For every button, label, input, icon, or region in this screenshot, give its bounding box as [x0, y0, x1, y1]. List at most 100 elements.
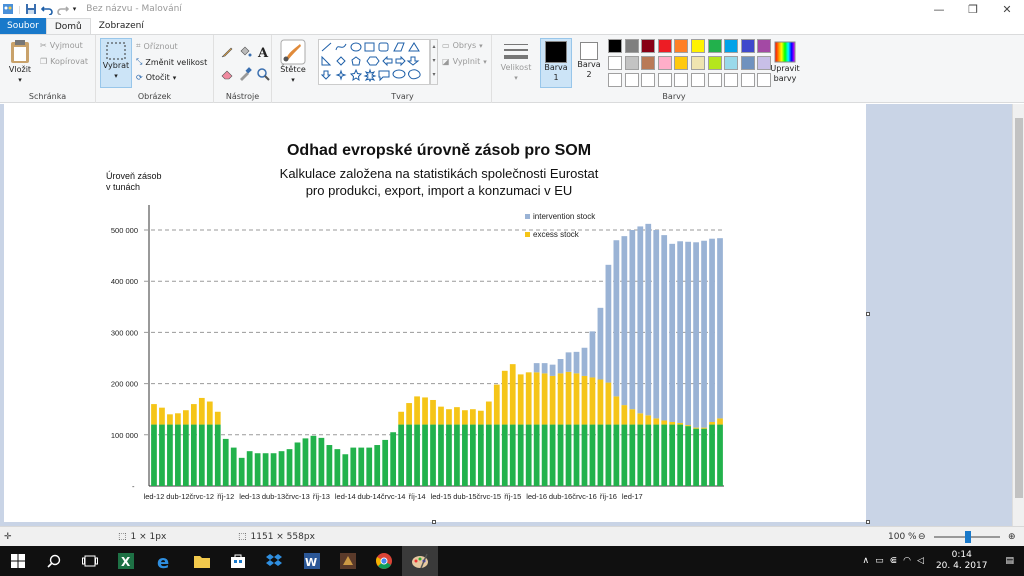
drawing-canvas[interactable]: Odhad evropské úrovně zásob pro SOM Kalk…	[4, 104, 866, 522]
color-swatch[interactable]	[707, 73, 722, 87]
x-tick-label: říj-15	[504, 492, 521, 501]
volume-icon[interactable]: ◁	[917, 556, 924, 566]
bar-base	[493, 424, 500, 486]
copy-button[interactable]: ❐ Kopírovat	[40, 57, 88, 66]
paint-taskbar-button[interactable]	[402, 546, 438, 576]
edit-colors-button[interactable]: Upravit barvy	[768, 40, 802, 84]
save-icon[interactable]	[25, 3, 37, 15]
tray-overflow-icon[interactable]: ∧	[863, 556, 870, 566]
color-swatch[interactable]	[657, 73, 672, 87]
color-swatch[interactable]	[724, 56, 739, 70]
game-taskbar-button[interactable]	[330, 546, 366, 576]
select-button[interactable]: Vybrat ▾	[100, 38, 132, 88]
zoom-out-button[interactable]: ⊖	[918, 527, 926, 547]
canvas-resize-handle-corner[interactable]	[866, 520, 870, 524]
bar-excess-stock	[422, 397, 428, 425]
close-button[interactable]: ✕	[990, 0, 1024, 18]
dropbox-taskbar-button[interactable]	[256, 546, 292, 576]
vertical-scrollbar[interactable]	[1012, 104, 1024, 526]
color-swatch[interactable]	[674, 39, 689, 53]
zoom-in-button[interactable]: ⊕	[1008, 527, 1016, 547]
color-swatch[interactable]	[608, 73, 622, 87]
bar-base	[653, 424, 660, 486]
color1-button[interactable]: Barva 1	[540, 38, 572, 88]
color-swatch[interactable]	[740, 39, 755, 53]
store-taskbar-button[interactable]	[220, 546, 256, 576]
size-button[interactable]: Velikost ▾	[496, 41, 536, 83]
rotate-label: Otočit	[145, 73, 170, 82]
clock[interactable]: 0:14 20. 4. 2017	[928, 550, 996, 572]
color-swatch[interactable]	[707, 39, 722, 53]
canvas-resize-handle-bottom[interactable]	[432, 520, 436, 524]
chrome-taskbar-button[interactable]	[366, 546, 402, 576]
color-swatch[interactable]	[657, 39, 672, 53]
color-swatch[interactable]	[691, 39, 705, 53]
fill-bucket-icon[interactable]	[238, 45, 252, 59]
x-tick-label: dub-13	[262, 492, 285, 501]
cut-button[interactable]: ✂ Vyjmout	[40, 41, 83, 50]
color-swatch[interactable]	[724, 39, 739, 53]
shapes-scroll[interactable]: ▴ ▾ ▾	[430, 39, 438, 85]
bar-excess-stock	[398, 411, 404, 425]
eraser-icon[interactable]	[220, 67, 234, 81]
canvas-resize-handle-right[interactable]	[866, 312, 870, 316]
bar-base	[342, 454, 349, 486]
bar-base	[398, 424, 404, 486]
word-taskbar-button[interactable]: W	[294, 546, 330, 576]
vertical-scroll-thumb[interactable]	[1015, 118, 1023, 498]
color-swatch[interactable]	[624, 56, 639, 70]
color-swatch[interactable]	[657, 56, 672, 70]
qat-dropdown-icon[interactable]: ▾	[73, 5, 77, 13]
start-button[interactable]	[0, 546, 36, 576]
color-swatch[interactable]	[624, 39, 639, 53]
crop-button[interactable]: ⌗ Oříznout	[136, 41, 178, 51]
color-swatch[interactable]	[608, 56, 622, 70]
maximize-button[interactable]: ❐	[956, 0, 990, 18]
undo-icon[interactable]	[40, 3, 53, 15]
color-swatch[interactable]	[740, 56, 755, 70]
redo-icon[interactable]	[56, 3, 69, 15]
color-swatch[interactable]	[608, 39, 622, 53]
color2-button[interactable]: Barva 2	[574, 40, 604, 80]
color-swatch[interactable]	[691, 73, 705, 87]
tab-view[interactable]: Zobrazení	[91, 18, 152, 34]
color-swatch[interactable]	[707, 56, 722, 70]
color-swatch[interactable]	[724, 73, 739, 87]
text-tool-icon[interactable]: A	[256, 45, 270, 59]
color-picker-icon[interactable]	[238, 67, 252, 81]
color-swatch[interactable]	[624, 73, 639, 87]
excel-taskbar-button[interactable]: X	[108, 546, 144, 576]
color-swatch[interactable]	[740, 73, 755, 87]
group-label-tools: Nástroje	[225, 92, 260, 101]
paste-button[interactable]: Vložit ▾	[4, 39, 36, 85]
shapes-gallery[interactable]	[318, 39, 430, 85]
minimize-button[interactable]: —	[922, 0, 956, 18]
tab-home[interactable]: Domů	[45, 18, 91, 34]
network-icon[interactable]: ⋐	[890, 556, 898, 566]
group-clipboard: Vložit ▾ ✂ Vyjmout ❐ Kopírovat Schránka	[0, 35, 96, 103]
brushes-button[interactable]: Štětce ▾	[276, 39, 310, 85]
fill-button[interactable]: ◪ Vyplnit ▾	[442, 57, 487, 66]
explorer-taskbar-button[interactable]	[184, 546, 220, 576]
zoom-slider-thumb[interactable]	[965, 531, 971, 543]
color-swatch[interactable]	[641, 73, 656, 87]
wifi-icon[interactable]: ◠	[903, 556, 911, 566]
outline-button[interactable]: ▭ Obrys ▾	[442, 41, 483, 50]
task-view-button[interactable]	[72, 546, 108, 576]
notifications-icon[interactable]: ▤	[995, 556, 1024, 566]
pencil-icon[interactable]	[220, 45, 234, 59]
color-swatch[interactable]	[691, 56, 705, 70]
windows-logo-icon	[11, 554, 25, 568]
color-swatch[interactable]	[641, 56, 656, 70]
rotate-button[interactable]: ⟳ Otočit ▾	[136, 73, 176, 82]
color-swatch[interactable]	[674, 73, 689, 87]
color-swatch[interactable]	[674, 56, 689, 70]
tab-file[interactable]: Soubor	[0, 18, 46, 34]
resize-button[interactable]: ⤡ Změnit velikost	[136, 57, 207, 67]
search-button[interactable]	[36, 546, 72, 576]
magnifier-icon[interactable]	[256, 67, 270, 81]
edge-taskbar-button[interactable]: e	[146, 546, 182, 576]
color-swatch[interactable]	[641, 39, 656, 53]
battery-icon[interactable]: ▭	[875, 556, 884, 566]
bar-base	[677, 424, 684, 486]
